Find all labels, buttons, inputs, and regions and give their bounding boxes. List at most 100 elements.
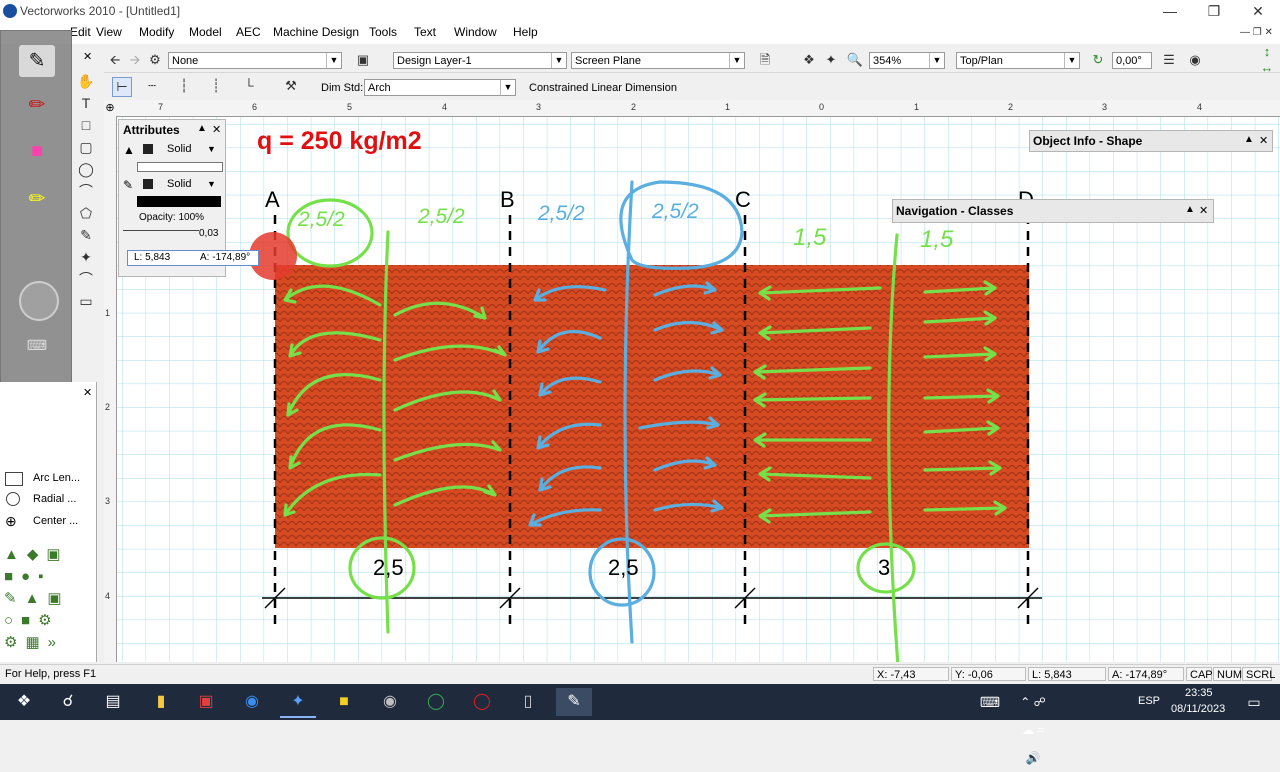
dimension-mode-3-icon[interactable]: ┆ [175,77,193,95]
ruler-origin-icon[interactable]: ⊕ [104,100,116,116]
fill-bucket-icon: ▲ [123,143,135,157]
menu-help[interactable]: Help [513,25,538,39]
red-pen-icon[interactable]: ✏ [19,89,55,121]
menu-model[interactable]: Model [189,25,222,39]
zoom-select[interactable]: 354% ▼ [869,52,945,69]
tool-icon-grid[interactable]: ▲◆▣ ■●▪ ✎▲▣ ○■⚙ ⚙▦» [4,544,92,654]
attributes-close-icon[interactable]: ✕ [212,123,221,136]
fill-dropdown-icon[interactable]: ▼ [207,144,216,154]
plane-select[interactable]: Screen Plane ▼ [571,52,745,69]
menu-view[interactable]: View [96,25,122,39]
menu-text[interactable]: Text [414,25,436,39]
device-icon[interactable]: ▯ [510,688,546,716]
line-weight[interactable]: 0,03 [199,228,218,239]
keyboard-icon[interactable]: ⌨ [19,337,55,355]
tray-icons[interactable]: ⌃ ☍ ☁ ≈ 🔊 [1015,688,1051,765]
menu-window[interactable]: Window [454,25,497,39]
load-label: q = 250 kg/m2 [257,127,422,155]
clock-time[interactable]: 23:35 [1185,687,1213,699]
pen-style[interactable]: Solid [167,178,191,190]
keyboard-layout-icon[interactable]: ⌨ [972,688,1008,716]
magnifier-icon[interactable]: 🔍 [846,51,864,69]
tool-radial[interactable]: Radial ... [33,493,76,505]
chrome-icon[interactable]: ◯ [418,688,454,716]
menu-edit[interactable]: Edit [70,25,91,39]
restore-button[interactable]: ❐ [1192,0,1236,22]
dimension-mode-5-icon[interactable]: └ [240,77,258,95]
class-select[interactable]: None ▼ [168,52,342,69]
hand-note-green: 1,5 [920,226,954,253]
windows-start-icon[interactable]: ❖ [6,688,42,716]
minimize-button[interactable]: — [1148,0,1192,22]
dimension-options-icon[interactable]: ⚒ [282,77,300,95]
view-select[interactable]: Top/Plan ▼ [956,52,1080,69]
opera-icon[interactable]: ◯ [464,688,500,716]
pen-color-swatch[interactable] [143,179,153,189]
status-y: Y: -0,06 [951,667,1026,681]
menu-aec[interactable]: AEC [236,25,261,39]
menu-machine-design[interactable]: Machine Design [273,25,359,39]
ruler-top-label: 5 [347,102,353,112]
vectorworks-icon [3,4,17,18]
sticky-notes-icon[interactable]: ■ [326,688,362,716]
pin-icon[interactable]: ▲ [1185,204,1195,215]
dim-std-select[interactable]: Arch ▼ [364,79,516,96]
window-title: Vectorworks 2010 - [Untitled1] [20,4,181,18]
pin-icon[interactable]: ▲ [1244,134,1254,145]
menu-modify[interactable]: Modify [139,25,174,39]
forward-arrow-icon[interactable]: 🡪 [126,51,144,69]
render-icon[interactable]: ◉ [1186,51,1204,69]
dimension-mode-1-icon[interactable]: ⊢ [112,77,132,97]
toolset-close-icon[interactable]: ✕ [83,50,92,63]
navigation-classes-palette[interactable]: Navigation - Classes ▲ ✕ [892,199,1214,223]
status-length: L: 5,843 [1028,667,1106,681]
vectorworks-taskbar-icon[interactable]: ✦ [280,688,316,718]
rotate-plan-icon[interactable]: ↻ [1089,51,1107,69]
palette-close-icon[interactable]: ✕ [83,386,92,399]
arc-length-icon [5,472,23,486]
color-picker-icon[interactable] [19,281,59,321]
layer-select[interactable]: Design Layer-1 ▼ [393,52,567,69]
zoom-objects-icon[interactable]: ✦ [822,51,840,69]
zoom-fit-icon[interactable]: ❖ [800,51,818,69]
pen-dropdown-icon[interactable]: ▼ [207,179,216,189]
menu-tools[interactable]: Tools [369,25,397,39]
highlighter-icon[interactable]: ✏ [19,183,55,215]
object-info-close-icon[interactable]: ✕ [1259,134,1268,147]
opacity-label[interactable]: Opacity: 100% [139,212,204,223]
zoom-app-icon[interactable]: ◉ [234,688,270,716]
pencil-tool-icon[interactable]: ✎ [19,45,55,77]
back-arrow-icon[interactable]: 🡨 [106,51,124,69]
page-icon[interactable]: 🗎 [756,51,774,69]
eraser-icon[interactable]: ■ [19,135,55,167]
object-info-title: Object Info - Shape [1033,134,1143,148]
notifications-icon[interactable]: ▭ [1236,688,1272,716]
dimension-mode-4-icon[interactable]: ┊ [207,77,225,95]
file-explorer-icon[interactable]: ▮ [143,688,179,716]
mdi-controls[interactable]: — ❐ ✕ [1240,27,1273,38]
basic-tools-column[interactable]: ✋ T □ ▢ ◯ ⌒ ⬠ ✎ ✦ ⌒ ▭ [70,70,102,330]
dimension-tools-palette: ✕ Arc Len... Radial ... ⊕ Center ... ▲◆▣… [0,382,97,662]
navigation-close-icon[interactable]: ✕ [1199,204,1208,217]
pin-icon[interactable]: ▲ [197,123,207,134]
class-options-icon[interactable]: ⚙ [146,51,164,69]
language-indicator[interactable]: ESP [1138,695,1160,707]
task-view-icon[interactable]: ▤ [95,688,131,716]
fill-color-swatch[interactable] [143,144,153,154]
dimension-mode-2-icon[interactable]: ┄ [143,77,161,95]
layer-options-icon[interactable]: ▣ [354,51,372,69]
app-icon[interactable]: ▣ [188,688,224,716]
fill-style[interactable]: Solid [167,143,191,155]
clock-date[interactable]: 08/11/2023 [1171,703,1225,715]
search-icon[interactable]: ☌ [50,688,86,716]
whiteboard-taskbar-icon[interactable]: ✎ [556,688,592,716]
tool-center[interactable]: Center ... [33,515,78,527]
close-button[interactable]: ✕ [1236,0,1280,22]
axis-label-c: C [735,187,751,212]
ruler-top-label: 1 [725,102,731,112]
paint-icon[interactable]: ◉ [372,688,408,716]
layers-icon[interactable]: ☰ [1160,51,1178,69]
rotation-field[interactable]: 0,00° [1112,52,1152,69]
tool-arc-length[interactable]: Arc Len... [33,472,80,484]
object-info-palette[interactable]: Object Info - Shape ▲ ✕ [1029,130,1273,152]
